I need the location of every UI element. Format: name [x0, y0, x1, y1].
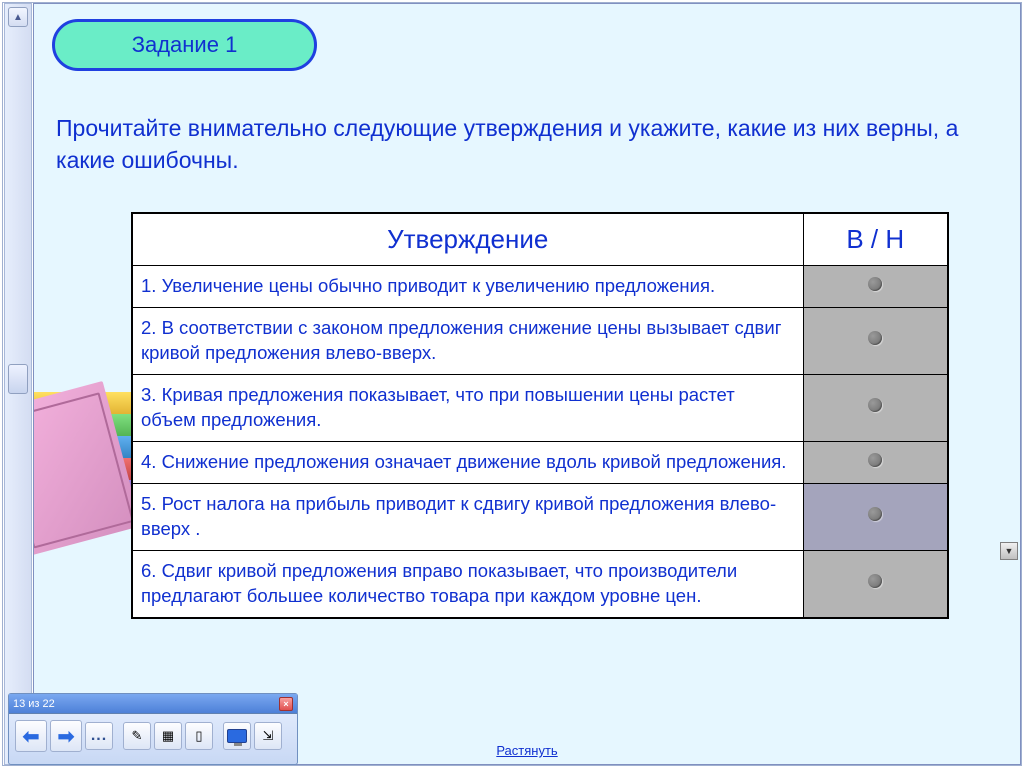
- task-badge-label: Задание 1: [132, 32, 238, 58]
- display-button[interactable]: [223, 722, 251, 750]
- statement-cell: 2. В соответствии с законом предложения …: [132, 307, 803, 374]
- statement-cell: 4. Снижение предложения означает движени…: [132, 441, 803, 483]
- note-icon: ▯: [195, 728, 202, 744]
- answer-cell[interactable]: [803, 550, 948, 617]
- statement-cell: 1. Увеличение цены обычно приводит к уве…: [132, 266, 803, 308]
- inner-scroll-down-button[interactable]: ▼: [1000, 542, 1018, 560]
- close-icon[interactable]: ×: [279, 697, 293, 711]
- answer-cell[interactable]: [803, 441, 948, 483]
- books-decoration: [33, 394, 144, 734]
- monitor-icon: [227, 729, 247, 743]
- pen-icon: ✎: [132, 728, 143, 744]
- statement-cell: 5. Рост налога на прибыль приводит к сдв…: [132, 483, 803, 550]
- slide-area: Задание 1 Прочитайте внимательно следующ…: [33, 3, 1021, 765]
- exit-icon: ⇲: [263, 728, 274, 744]
- answer-cell[interactable]: [803, 483, 948, 550]
- stretch-link[interactable]: Растянуть: [496, 743, 557, 758]
- radio-icon[interactable]: [868, 331, 882, 345]
- annotations-button[interactable]: ▯: [185, 722, 213, 750]
- next-slide-button[interactable]: ➡: [50, 720, 82, 752]
- scroll-up-button[interactable]: ▲: [8, 7, 28, 27]
- statements-table: Утверждение В / Н 1. Увеличение цены обы…: [131, 212, 949, 619]
- slide-counter: 13 из 22: [13, 698, 55, 710]
- statement-cell: 3. Кривая предложения показывает, что пр…: [132, 374, 803, 441]
- table-row: 4. Снижение предложения означает движени…: [132, 441, 948, 483]
- radio-icon[interactable]: [868, 507, 882, 521]
- slideshow-nav-toolbar: 13 из 22 × ⬅ ➡ ... ✎ ▦ ▯ ⇲: [8, 693, 298, 765]
- slide-menu-button[interactable]: ...: [85, 722, 113, 750]
- answer-cell[interactable]: [803, 374, 948, 441]
- nav-body: ⬅ ➡ ... ✎ ▦ ▯ ⇲: [9, 714, 297, 758]
- left-scrollbar[interactable]: ▲ ▼: [4, 3, 32, 765]
- slide-sorter-button[interactable]: ▦: [154, 722, 182, 750]
- instruction-text: Прочитайте внимательно следующие утвержд…: [56, 112, 996, 176]
- nav-titlebar[interactable]: 13 из 22 ×: [9, 694, 297, 714]
- col-vh-header: В / Н: [803, 213, 948, 266]
- answer-cell[interactable]: [803, 266, 948, 308]
- radio-icon[interactable]: [868, 398, 882, 412]
- radio-icon[interactable]: [868, 277, 882, 291]
- table-row: 1. Увеличение цены обычно приводит к уве…: [132, 266, 948, 308]
- pen-tool-button[interactable]: ✎: [123, 722, 151, 750]
- radio-icon[interactable]: [868, 574, 882, 588]
- task-badge: Задание 1: [52, 19, 317, 71]
- grid-icon: ▦: [162, 728, 174, 744]
- arrow-right-icon: ➡: [58, 724, 75, 749]
- table-row: 3. Кривая предложения показывает, что пр…: [132, 374, 948, 441]
- radio-icon[interactable]: [868, 453, 882, 467]
- scroll-thumb[interactable]: [8, 364, 28, 394]
- dots-icon: ...: [91, 727, 107, 745]
- col-statement-header: Утверждение: [132, 213, 803, 266]
- exit-show-button[interactable]: ⇲: [254, 722, 282, 750]
- answer-cell[interactable]: [803, 307, 948, 374]
- arrow-left-icon: ⬅: [23, 724, 40, 749]
- table-row: 5. Рост налога на прибыль приводит к сдв…: [132, 483, 948, 550]
- statement-cell: 6. Сдвиг кривой предложения вправо показ…: [132, 550, 803, 617]
- prev-slide-button[interactable]: ⬅: [15, 720, 47, 752]
- table-row: 6. Сдвиг кривой предложения вправо показ…: [132, 550, 948, 617]
- table-row: 2. В соответствии с законом предложения …: [132, 307, 948, 374]
